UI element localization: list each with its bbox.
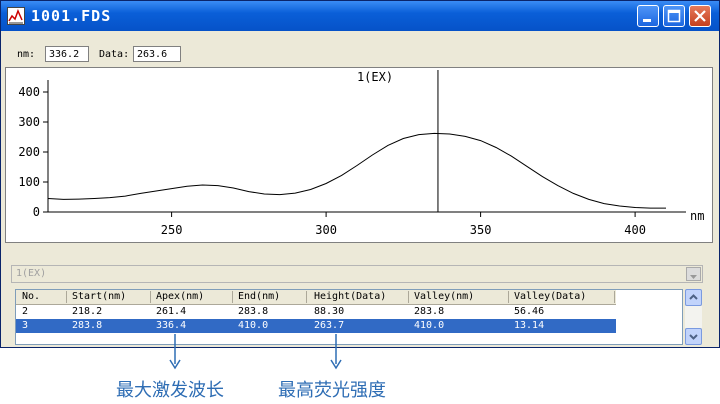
scroll-track[interactable] <box>685 306 702 328</box>
scroll-down-button[interactable] <box>685 328 702 345</box>
channel-select[interactable]: 1(EX) <box>11 265 703 283</box>
peak-table[interactable]: No. Start(nm) Apex(nm) End(nm) Height(Data) V… <box>15 289 683 345</box>
apex-arrow-icon <box>169 334 181 370</box>
window-title: 1001.FDS <box>31 7 112 25</box>
title-bar[interactable]: 1001.FDS <box>1 1 719 31</box>
table-scrollbar[interactable] <box>685 289 702 345</box>
data-value: 263.6 <box>133 46 181 62</box>
table-cell: 261.4 <box>156 306 187 317</box>
x-tick-label: 400 <box>624 223 646 237</box>
y-tick-label: 400 <box>18 85 40 99</box>
table-cell: 88.30 <box>314 306 345 317</box>
minimize-icon <box>643 19 651 22</box>
y-tick-label: 300 <box>18 115 40 129</box>
height-arrow-icon <box>330 334 342 370</box>
table-row-selected[interactable]: 3 283.8 336.4 410.0 263.7 410.0 13.14 <box>16 319 616 333</box>
x-tick-label: 300 <box>315 223 337 237</box>
apex-annotation: 最大激发波长 <box>116 380 224 401</box>
table-header-cell: End(nm) <box>238 291 281 302</box>
minimize-button[interactable] <box>637 5 659 27</box>
table-header-cell: Height(Data) <box>314 291 387 302</box>
table-header-cell: Valley(nm) <box>414 291 475 302</box>
table-header-cell: Apex(nm) <box>156 291 205 302</box>
column-divider[interactable] <box>614 291 615 303</box>
peak-panel: 1(EX) No. Start(nm) Apex(nm) End(nm) Height(… <box>5 263 715 347</box>
column-divider[interactable] <box>508 291 509 303</box>
table-header-cell: No. <box>22 291 41 302</box>
close-button[interactable] <box>689 5 711 27</box>
nm-label: nm: <box>17 49 36 60</box>
table-header[interactable]: No. Start(nm) Apex(nm) End(nm) Height(Data) V… <box>16 290 616 305</box>
table-cell: 283.8 <box>414 306 445 317</box>
table-row[interactable]: 2 218.2 261.4 283.8 88.30 283.8 56.46 <box>16 305 616 319</box>
channel-select-value: 1(EX) <box>16 268 47 279</box>
data-label: Data: <box>99 49 130 60</box>
spectrum-chart[interactable]: 0 100 200 300 400 250 300 350 400 1(EX) nm <box>6 68 712 242</box>
close-icon <box>694 10 706 22</box>
table-cell: 3 <box>22 320 29 331</box>
channel-select-arrow[interactable] <box>686 267 701 281</box>
table-cell: 336.4 <box>156 320 187 331</box>
column-divider[interactable] <box>66 291 67 303</box>
x-tick-label: 350 <box>470 223 492 237</box>
chart-title: 1(EX) <box>357 70 393 84</box>
table-cell: 283.8 <box>238 306 269 317</box>
nm-value: 336.2 <box>45 46 89 62</box>
table-header-cell: Valley(Data) <box>514 291 587 302</box>
x-tick-label: 250 <box>161 223 183 237</box>
app-window: 1001.FDS nm: 336.2 Data: 263.6 0 100 200 30… <box>0 0 720 348</box>
table-cell: 2 <box>22 306 29 317</box>
spectrum-chart-panel[interactable]: 0 100 200 300 400 250 300 350 400 1(EX) nm <box>5 67 713 243</box>
x-axis-label: nm <box>690 209 704 223</box>
column-divider[interactable] <box>232 291 233 303</box>
column-divider[interactable] <box>150 291 151 303</box>
table-cell: 56.46 <box>514 306 545 317</box>
maximize-button[interactable] <box>663 5 685 27</box>
table-cell: 410.0 <box>238 320 269 331</box>
table-cell: 263.7 <box>314 320 345 331</box>
excitation-spectrum-line <box>47 132 666 209</box>
table-cell: 218.2 <box>72 306 103 317</box>
spectrum-app-icon[interactable] <box>7 7 25 25</box>
y-tick-label: 100 <box>18 175 40 189</box>
maximize-icon <box>667 9 681 23</box>
y-tick-label: 200 <box>18 145 40 159</box>
scroll-up-button[interactable] <box>685 289 702 306</box>
chevron-down-icon <box>690 275 697 279</box>
y-tick-label: 0 <box>33 205 40 219</box>
table-header-cell: Start(nm) <box>72 291 127 302</box>
table-cell: 283.8 <box>72 320 103 331</box>
table-cell: 13.14 <box>514 320 545 331</box>
table-cell: 410.0 <box>414 320 445 331</box>
column-divider[interactable] <box>306 291 307 303</box>
chevron-down-icon <box>689 334 698 340</box>
column-divider[interactable] <box>408 291 409 303</box>
height-annotation: 最高荧光强度 <box>278 380 386 401</box>
chevron-up-icon <box>689 294 698 300</box>
